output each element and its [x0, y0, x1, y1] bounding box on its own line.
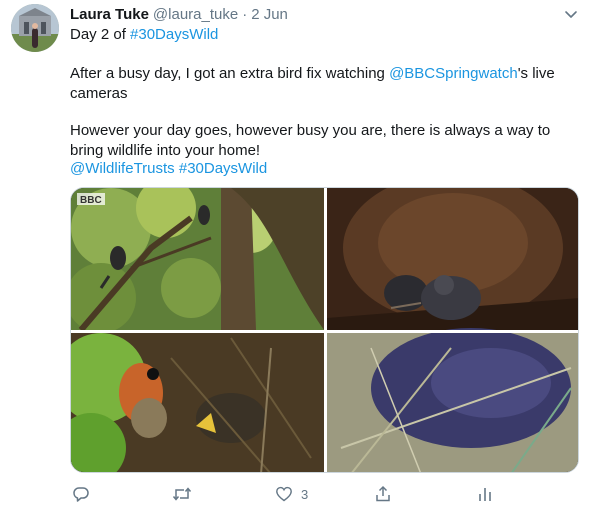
display-name[interactable]: Laura Tuke [70, 6, 149, 23]
tweet-text-line-4: However your day goes, however busy you … [70, 122, 551, 139]
like-count: 3 [301, 486, 309, 502]
tweet-date[interactable]: 2 Jun [251, 6, 288, 23]
text-segment: 's live [517, 65, 555, 82]
tweet-text-line-1: Day 2 of #30DaysWild [70, 25, 218, 45]
analytics-icon [479, 488, 491, 501]
hashtag-link[interactable]: #30DaysWild [179, 160, 267, 177]
photo-moorhen-nest [327, 328, 578, 472]
text-segment: After a busy day, I got an extra bird fi… [70, 65, 390, 82]
share-button[interactable] [374, 482, 392, 506]
tweet-card[interactable]: Laura Tuke @laura_tuke · 2 Jun Day 2 of #30… [0, 0, 592, 510]
photo-nestbox-chicks [327, 188, 578, 330]
retweet-icon [172, 487, 192, 501]
tweet-text-line-5: bring wildlife into your home! [70, 142, 261, 159]
photo-starlings-tree: BBC [71, 188, 324, 333]
mention-link[interactable]: @WildlifeTrusts [70, 160, 175, 177]
tweet-actions: 3 [0, 482, 592, 506]
analytics-button[interactable] [476, 482, 494, 506]
separator-dot: · [242, 6, 248, 23]
hashtag-link[interactable]: #30DaysWild [130, 26, 218, 43]
text-segment: Day 2 of [70, 26, 131, 43]
tweet-text-line-3: cameras [70, 85, 128, 102]
tweet-text-line-6: @WildlifeTrusts #30DaysWild [70, 159, 267, 179]
retweet-button[interactable] [172, 482, 192, 506]
tweet-header: Laura Tuke @laura_tuke · 2 Jun [70, 5, 288, 25]
share-icon [376, 485, 390, 502]
user-handle[interactable]: @laura_tuke [153, 6, 238, 23]
reply-icon [73, 487, 89, 502]
media-image[interactable]: BBC [70, 187, 579, 473]
tweet-text-line-2: After a busy day, I got an extra bird fi… [70, 64, 555, 84]
like-button[interactable]: 3 [275, 482, 308, 506]
heart-icon [276, 486, 292, 502]
photo-robin-nest [71, 333, 324, 472]
mention-link[interactable]: @BBCSpringwatch [389, 65, 518, 82]
avatar[interactable] [11, 4, 59, 52]
chevron-down-icon[interactable] [562, 7, 580, 23]
reply-button[interactable] [72, 482, 90, 506]
bbc-logo: BBC [80, 195, 102, 206]
